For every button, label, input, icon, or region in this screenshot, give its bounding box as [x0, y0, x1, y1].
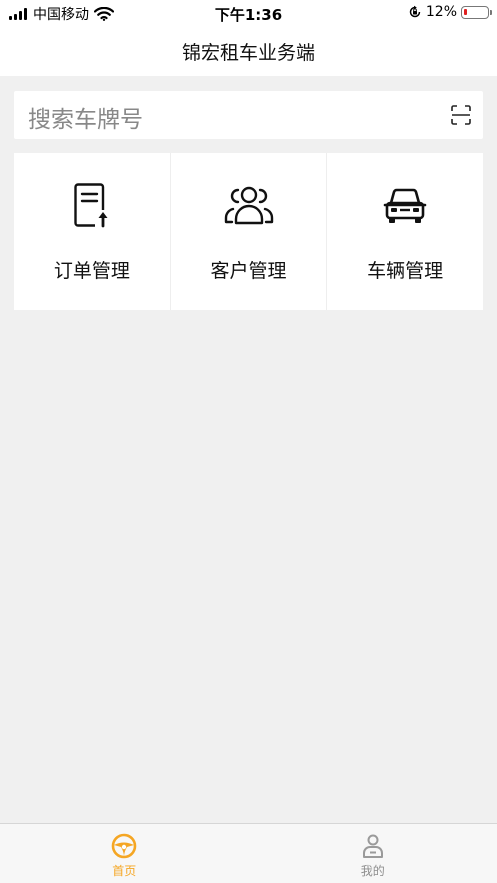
- rotation-lock-icon: [409, 5, 421, 18]
- document-upload-icon: [74, 183, 108, 228]
- person-icon: [362, 834, 383, 858]
- status-bar: 中国移动 下午1:36 12%: [0, 0, 497, 26]
- tab-mine[interactable]: 我的: [249, 824, 497, 883]
- menu-item-customers[interactable]: 客户管理: [169, 153, 327, 310]
- menu-label-orders: 订单管理: [53, 260, 130, 282]
- battery-level: [464, 8, 467, 15]
- menu-item-vehicles[interactable]: 车辆管理: [326, 153, 483, 310]
- page-title: 锦宏租车业务端: [181, 42, 315, 64]
- steering-wheel-icon: [111, 833, 137, 859]
- users-icon: [224, 186, 273, 225]
- car-icon: [383, 188, 427, 223]
- battery-percent: 12%: [425, 4, 457, 20]
- tab-home[interactable]: 首页: [0, 824, 249, 883]
- tab-label-home: 首页: [112, 864, 137, 878]
- tab-bar: 首页 我的: [0, 823, 497, 883]
- search-input[interactable]: 搜索车牌号: [28, 100, 143, 134]
- menu-item-orders[interactable]: 订单管理: [14, 153, 170, 310]
- tab-label-mine: 我的: [360, 864, 385, 878]
- scan-icon[interactable]: [451, 105, 471, 125]
- status-right: 12%: [408, 4, 492, 20]
- menu-label-vehicles: 车辆管理: [367, 260, 444, 282]
- menu-label-customers: 客户管理: [210, 260, 287, 282]
- function-menu: 订单管理 客户管理 车辆管理: [14, 153, 483, 310]
- search-bar[interactable]: 搜索车牌号: [14, 91, 483, 139]
- nav-bar: 锦宏租车业务端: [0, 26, 497, 76]
- battery-icon: [461, 5, 492, 19]
